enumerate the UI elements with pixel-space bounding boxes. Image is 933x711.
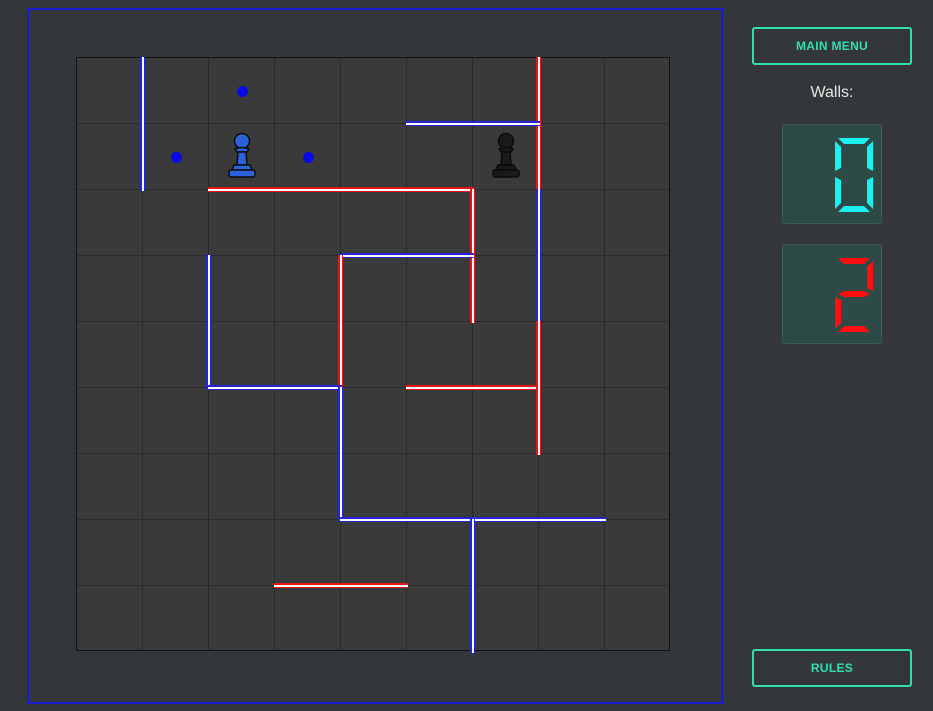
blue-wall xyxy=(140,57,145,191)
game-board[interactable] xyxy=(76,57,670,653)
red-wall xyxy=(340,187,474,192)
blue-wall xyxy=(208,385,342,390)
grid-line-horizontal xyxy=(77,387,669,388)
red-wall xyxy=(274,583,408,588)
red-wall xyxy=(406,385,540,390)
black-pawn-icon[interactable] xyxy=(489,132,523,182)
blue-walls-display xyxy=(835,138,873,212)
blue-wall xyxy=(340,517,474,522)
blue-wall xyxy=(470,519,475,653)
move-hint-dot[interactable] xyxy=(236,85,248,97)
red-walls-display xyxy=(835,258,873,332)
digit-segment xyxy=(838,326,870,332)
grid-line-vertical xyxy=(406,58,407,650)
blue-wall xyxy=(406,121,540,126)
red-wall xyxy=(338,255,343,389)
digit-segment xyxy=(867,141,873,171)
grid-line-vertical xyxy=(274,58,275,650)
rules-button[interactable]: RULES xyxy=(752,649,912,687)
grid-line-horizontal xyxy=(77,321,669,322)
digit-segment xyxy=(867,177,873,209)
blue-wall xyxy=(338,387,343,521)
digit-segment xyxy=(838,206,870,212)
digit-segment xyxy=(867,261,873,291)
blue-wall xyxy=(472,517,606,522)
blue-wall xyxy=(536,189,541,323)
digit-segment xyxy=(835,177,841,209)
digit-segment xyxy=(838,258,870,264)
red-wall xyxy=(536,321,541,455)
blue-pawn-icon[interactable] xyxy=(225,132,259,182)
digit-segment xyxy=(835,297,841,329)
digit-segment xyxy=(838,138,870,144)
blue-wall xyxy=(340,253,474,258)
digit-segment xyxy=(838,291,870,297)
main-menu-button[interactable]: MAIN MENU xyxy=(752,27,912,65)
digit-segment xyxy=(835,141,841,171)
red-walls-counter xyxy=(782,244,882,344)
grid-line-horizontal xyxy=(77,123,669,124)
walls-label: Walls: xyxy=(810,84,854,101)
blue-wall xyxy=(206,255,211,389)
blue-walls-counter xyxy=(782,124,882,224)
grid-line-horizontal xyxy=(77,453,669,454)
move-hint-dot[interactable] xyxy=(302,151,314,163)
grid-line-vertical xyxy=(604,58,605,650)
move-hint-dot[interactable] xyxy=(170,151,182,163)
red-wall xyxy=(208,187,342,192)
